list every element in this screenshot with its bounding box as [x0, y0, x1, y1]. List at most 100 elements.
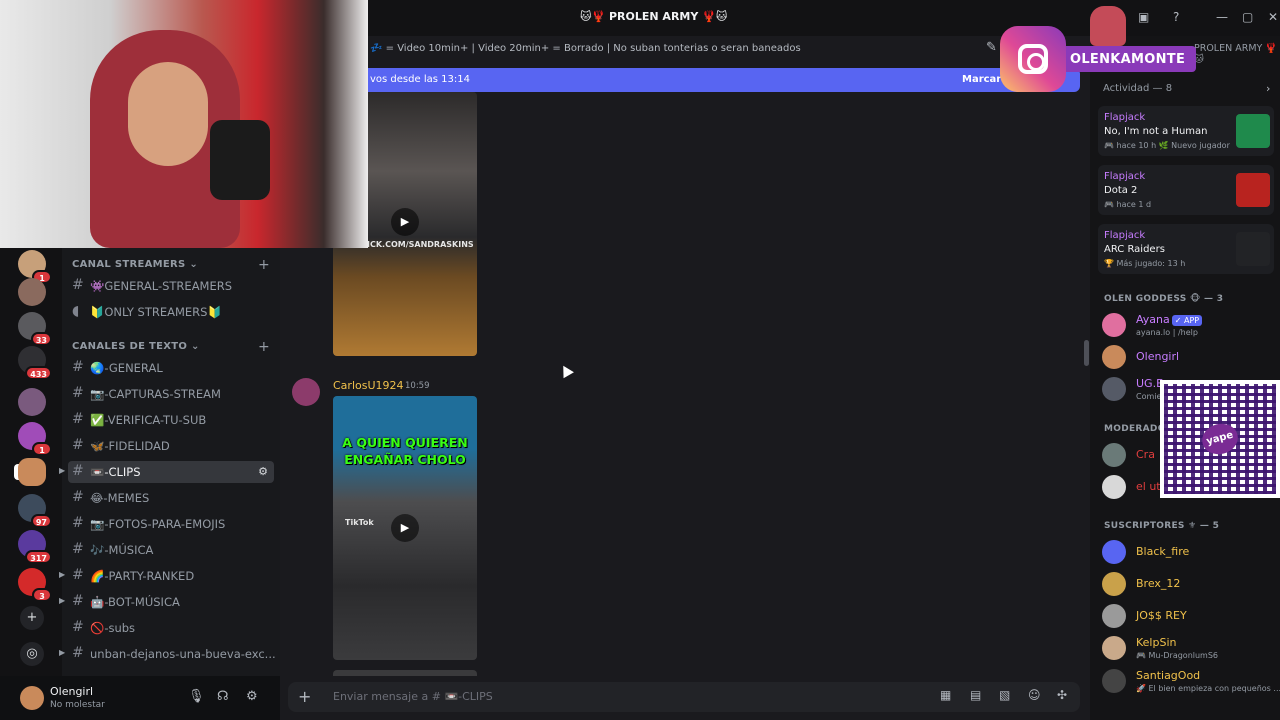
channel-bot-musica[interactable]: ▶ # 🤖-BOT-MÚSICA	[59, 591, 274, 613]
chevron-right-icon[interactable]: ›	[1266, 82, 1270, 95]
game-thumbnail	[1236, 173, 1270, 207]
member-item[interactable]: Ayana ✓ APP ayana.lo | /help	[1102, 310, 1272, 340]
attach-icon[interactable]: +	[298, 687, 311, 706]
help-icon[interactable]: ?	[1173, 10, 1179, 24]
server-icon[interactable]: 1	[18, 250, 52, 284]
channel-musica[interactable]: # 🎶-MÚSICA	[68, 539, 274, 561]
channel-clips[interactable]: ▶ # 📼-CLIPS ⚙	[59, 461, 274, 483]
channel-name: 🦋-FIDELIDAD	[90, 439, 170, 453]
avatar	[1102, 540, 1126, 564]
server-icon[interactable]: 1	[18, 422, 52, 456]
avatar	[1102, 669, 1126, 693]
member-item[interactable]: JO$$ REY	[1102, 601, 1272, 631]
scrollbar[interactable]	[1084, 340, 1089, 366]
channel-name: 🤖-BOT-MÚSICA	[90, 595, 180, 609]
discord-app: 🐱🦞 PROLEN ARMY 🦞🐱 ▣ ? — ▢ ✕ 💤 = Video 10…	[0, 0, 1280, 720]
channel-general-streamers[interactable]: # 👾GENERAL-STREAMERS	[68, 275, 274, 297]
gif-icon[interactable]: ▤	[970, 688, 981, 702]
speaker-icon: ◖	[72, 303, 80, 319]
server-icon[interactable]: 317	[18, 530, 52, 564]
member-item[interactable]: KelpSin 🎮 Mu-DragonlumS6	[1102, 633, 1272, 663]
add-channel-icon[interactable]: +	[258, 339, 270, 355]
settings-icon[interactable]: ⚙	[246, 689, 258, 704]
member-group-label: SUSCRIPTORES ⚜ — 5	[1104, 521, 1220, 531]
discover-icon[interactable]: ◎	[20, 642, 44, 666]
channel-general[interactable]: # 🌏-GENERAL	[68, 357, 274, 379]
unread-badge: 33	[30, 332, 52, 346]
server-icon[interactable]: 433	[18, 346, 52, 380]
avatar	[1102, 636, 1126, 660]
member-item[interactable]: Brex_12	[1102, 569, 1272, 599]
channel-settings-icon[interactable]: ⚙	[258, 465, 268, 478]
message-list: ▶ ICK.COM/SANDRASKINS CarlosU1924 10:59 …	[280, 92, 1090, 676]
member-name: el ut	[1136, 480, 1161, 493]
channel-only-streamers[interactable]: ◖ 🔰ONLY STREAMERS🔰	[68, 301, 274, 323]
play-icon[interactable]: ▶	[391, 208, 419, 236]
channel-name: 😂-MEMES	[90, 491, 150, 505]
maximize-icon[interactable]: ▢	[1242, 10, 1253, 24]
avatar[interactable]	[292, 378, 320, 406]
channel-name: 📷-FOTOS-PARA-EMOJIS	[90, 517, 226, 531]
video-caption: A QUIEN QUIEREN ENGAÑAR CHOLO	[342, 435, 468, 467]
channel-unban[interactable]: ▶ # unban-dejanos-una-bueva-exc...	[59, 643, 276, 665]
member-name: SantiagOod	[1136, 669, 1201, 682]
channel-capturas-stream[interactable]: # 📷-CAPTURAS-STREAM	[68, 383, 274, 405]
category-label: CANAL STREAMERS	[72, 259, 186, 270]
hash-icon: #	[72, 593, 84, 609]
message-author[interactable]: CarlosU1924	[333, 379, 404, 392]
unread-indicator: ▶	[59, 466, 66, 475]
member-item[interactable]: Olengirl	[1102, 342, 1272, 372]
category-streamers[interactable]: CANAL STREAMERS ⌄ +	[72, 257, 270, 273]
channel-memes[interactable]: # 😂-MEMES	[68, 487, 274, 509]
video-watermark: TikTok	[345, 518, 374, 527]
avatar	[1102, 475, 1126, 499]
channel-fidelidad[interactable]: # 🦋-FIDELIDAD	[68, 435, 274, 457]
video-attachment[interactable]	[333, 670, 477, 676]
unread-badge: 433	[25, 366, 52, 380]
emoji-icon[interactable]: ☺	[1028, 688, 1041, 702]
headphones-icon[interactable]: ☊	[217, 689, 229, 704]
add-channel-icon[interactable]: +	[258, 257, 270, 273]
gift-icon[interactable]: ▦	[940, 688, 951, 702]
server-icon[interactable]	[18, 278, 46, 306]
message-composer[interactable]: + Enviar mensaje a # 📼-CLIPS ▦ ▤ ▧ ☺ ✣	[288, 682, 1080, 712]
new-messages-bar[interactable]: vos desde las 13:14 Marcar co	[368, 68, 1080, 92]
server-icon[interactable]: 33	[18, 312, 52, 346]
member-item[interactable]: Black_fire	[1102, 537, 1272, 567]
server-icon[interactable]: 97	[18, 494, 52, 528]
server-icon-active[interactable]	[18, 458, 46, 486]
category-label: CANALES DE TEXTO	[72, 341, 188, 352]
close-icon[interactable]: ✕	[1268, 10, 1278, 24]
activity-game: Dota 2	[1104, 185, 1138, 196]
server-icon[interactable]	[18, 388, 46, 416]
activity-card[interactable]: Flapjack ARC Raiders 🏆 Más jugado: 13 h	[1098, 224, 1274, 274]
message-input[interactable]: Enviar mensaje a # 📼-CLIPS	[333, 690, 493, 703]
expand-icon: ▶	[59, 570, 66, 579]
member-item[interactable]: SantiagOod 🚀 El bien empieza con pequeño…	[1102, 666, 1280, 696]
video-attachment[interactable]: A QUIEN QUIEREN ENGAÑAR CHOLO TikTok ▶	[333, 396, 477, 660]
category-text[interactable]: CANALES DE TEXTO ⌄ +	[72, 339, 270, 355]
microphone-icon[interactable]: 🎙	[188, 689, 205, 704]
threads-icon[interactable]: ✎	[986, 40, 997, 55]
play-icon[interactable]: ▶	[391, 514, 419, 542]
member-name: Brex_12	[1136, 577, 1181, 590]
member-status: Comie	[1136, 392, 1162, 401]
activity-card[interactable]: Flapjack No, I'm not a Human 🎮 hace 10 h…	[1098, 106, 1274, 156]
sticker-icon[interactable]: ▧	[999, 688, 1010, 702]
app-tag: ✓ APP	[1171, 315, 1203, 326]
add-server-icon[interactable]: +	[20, 606, 44, 630]
activity-card[interactable]: Flapjack Dota 2 🎮 hace 1 d	[1098, 165, 1274, 215]
hash-icon: #	[72, 385, 84, 401]
channel-subs[interactable]: # 🚫-subs	[68, 617, 274, 639]
hash-icon: #	[72, 489, 84, 505]
channel-party-ranked[interactable]: ▶ # 🌈-PARTY-RANKED	[59, 565, 274, 587]
minimize-icon[interactable]: —	[1216, 10, 1228, 24]
server-icon[interactable]: 3	[18, 568, 52, 602]
avatar[interactable]	[20, 686, 44, 710]
unread-badge: 1	[32, 442, 52, 456]
apps-icon[interactable]: ✣	[1057, 688, 1067, 702]
channel-verifica-tu-sub[interactable]: # ✅-VERIFICA-TU-SUB	[68, 409, 274, 431]
inbox-icon[interactable]: ▣	[1138, 10, 1149, 24]
activity-meta: 🎮 hace 10 h 🌿 Nuevo jugador	[1104, 141, 1230, 150]
channel-fotos-para-emojis[interactable]: # 📷-FOTOS-PARA-EMOJIS	[68, 513, 274, 535]
